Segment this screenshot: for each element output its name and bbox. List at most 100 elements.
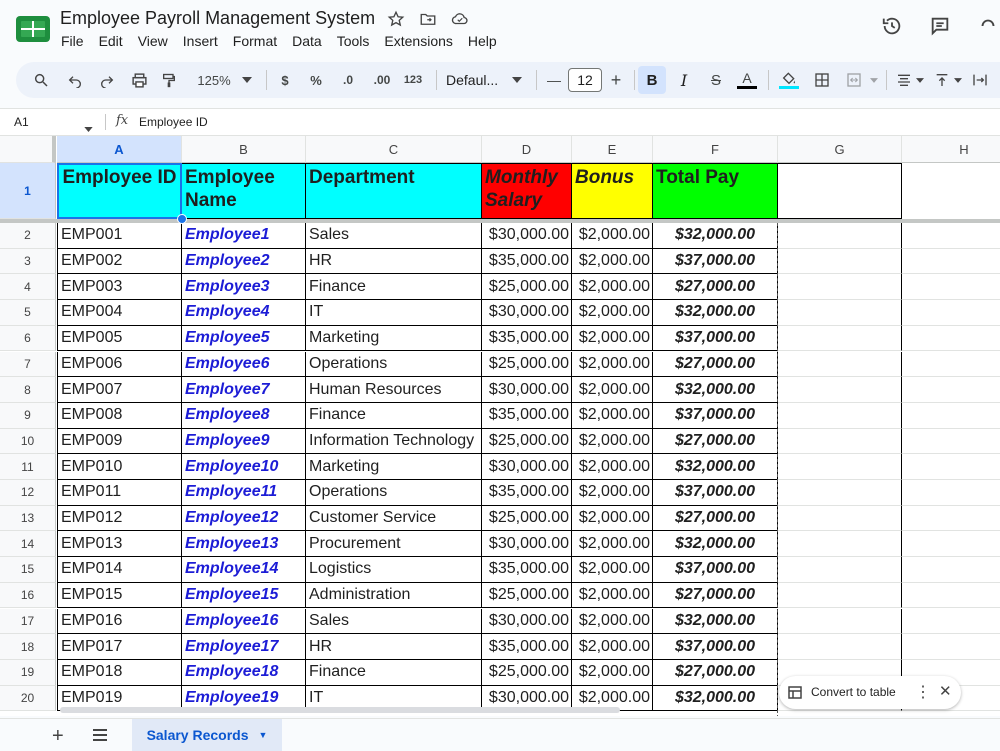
table-cell-total[interactable]: $32,000.00 [653,454,778,480]
table-cell-bonus[interactable]: $2,000.00 [572,582,653,609]
table-cell-salary[interactable]: $30,000.00 [482,377,572,403]
table-cell-name[interactable]: Employee16 [182,608,306,635]
table-cell-salary[interactable]: $25,000.00 [482,659,572,686]
table-cell-empty[interactable] [902,557,1000,583]
table-cell-id[interactable]: EMP013 [57,531,182,558]
table-cell-bonus[interactable]: $2,000.00 [572,505,653,532]
menu-insert[interactable]: Insert [183,33,218,49]
increase-font-size-button[interactable]: + [606,62,626,98]
move-folder-icon[interactable] [418,9,438,29]
star-icon[interactable] [386,9,406,29]
row-header[interactable]: 11 [0,454,56,480]
header-cell-salary[interactable]: Monthly Salary [482,163,572,219]
table-cell-total[interactable]: $32,000.00 [653,377,778,403]
table-cell-name[interactable]: Employee3 [182,274,306,301]
table-cell-empty[interactable] [902,480,1000,506]
column-header-c[interactable]: C [306,136,482,163]
all-sheets-icon[interactable] [92,728,108,747]
table-cell-salary[interactable]: $25,000.00 [482,351,572,378]
table-cell-total[interactable]: $37,000.00 [653,634,778,660]
row-header[interactable]: 7 [0,351,56,378]
table-cell-empty[interactable] [778,325,902,352]
column-header-d[interactable]: D [482,136,572,163]
table-cell-empty[interactable] [902,609,1000,635]
table-cell-dept[interactable]: Administration [306,582,482,609]
table-cell-salary[interactable]: $35,000.00 [482,557,572,583]
menu-data[interactable]: Data [292,33,322,49]
table-cell-empty[interactable] [902,634,1000,660]
table-cell-id[interactable]: EMP014 [57,557,182,583]
menu-view[interactable]: View [138,33,168,49]
horizontal-scrollbar[interactable] [60,707,620,713]
header-cell-bonus[interactable]: Bonus [572,163,653,219]
row-header[interactable]: 12 [0,480,56,506]
table-cell-bonus[interactable]: $2,000.00 [572,377,653,403]
table-cell-empty[interactable] [902,274,1000,301]
table-cell-bonus[interactable]: $2,000.00 [572,531,653,558]
decrease-decimal-button[interactable]: .0 [336,62,360,98]
table-cell-name[interactable]: Employee13 [182,531,306,558]
table-cell-empty[interactable] [778,274,902,301]
row-header[interactable]: 14 [0,531,56,558]
menu-edit[interactable]: Edit [99,33,123,49]
table-cell-id[interactable]: EMP002 [57,248,182,275]
column-header-a[interactable]: A [57,136,182,163]
row-header[interactable]: 15 [0,557,56,583]
table-cell-dept[interactable]: HR [306,634,482,660]
table-cell-total[interactable]: $32,000.00 [653,531,778,558]
table-cell-id[interactable]: EMP003 [57,274,182,301]
table-cell-bonus[interactable]: $2,000.00 [572,325,653,352]
table-cell-total[interactable]: $37,000.00 [653,325,778,352]
add-sheet-icon[interactable]: + [52,725,64,748]
table-cell-salary[interactable]: $35,000.00 [482,325,572,352]
table-cell-empty[interactable] [778,634,902,660]
table-cell-empty[interactable] [778,377,902,403]
undo-icon[interactable] [64,62,86,98]
header-cell-name[interactable]: Employee Name [182,163,306,219]
formula-input[interactable]: Employee ID [139,115,208,129]
table-cell-bonus[interactable]: $2,000.00 [572,428,653,455]
table-cell-id[interactable]: EMP006 [57,351,182,378]
table-cell-salary[interactable]: $30,000.00 [482,223,572,249]
menu-file[interactable]: File [61,33,84,49]
text-color-button[interactable]: A [734,62,760,98]
table-cell-dept[interactable]: Sales [306,608,482,635]
table-cell-bonus[interactable]: $2,000.00 [572,557,653,583]
table-cell-dept[interactable]: Human Resources [306,377,482,403]
table-cell-dept[interactable]: Finance [306,659,482,686]
table-cell-id[interactable]: EMP010 [57,454,182,480]
table-cell-empty[interactable] [778,608,902,635]
table-cell-total[interactable]: $27,000.00 [653,351,778,378]
strikethrough-button[interactable]: S [704,62,728,98]
table-cell-name[interactable]: Employee4 [182,300,306,326]
table-cell-bonus[interactable]: $2,000.00 [572,248,653,275]
table-cell-name[interactable]: Employee2 [182,248,306,275]
table-cell-bonus[interactable]: $2,000.00 [572,223,653,249]
table-cell-name[interactable]: Employee14 [182,557,306,583]
header-cell-total[interactable]: Total Pay [653,163,778,219]
align-dropdown-icon[interactable] [914,62,926,98]
italic-button[interactable]: I [672,62,696,98]
table-cell-empty[interactable] [778,505,902,532]
frozen-row-divider[interactable] [0,219,1000,223]
table-cell-name[interactable]: Employee10 [182,454,306,480]
table-cell-salary[interactable]: $30,000.00 [482,454,572,480]
table-cell-total[interactable]: $27,000.00 [653,505,778,532]
table-cell-empty[interactable] [902,531,1000,558]
row-header[interactable]: 13 [0,505,56,532]
decrease-font-size-button[interactable]: — [544,62,564,98]
table-cell-empty[interactable] [778,351,902,378]
table-cell-empty[interactable] [778,223,902,249]
table-cell-dept[interactable]: Logistics [306,557,482,583]
table-cell-total[interactable]: $32,000.00 [653,685,778,712]
name-box-dropdown-icon[interactable] [84,119,93,137]
table-cell-name[interactable]: Employee12 [182,505,306,532]
redo-icon[interactable] [96,62,118,98]
more-formats-button[interactable]: 123 [400,62,426,98]
close-icon[interactable]: ✕ [939,682,952,700]
table-cell-empty[interactable] [902,352,1000,378]
table-cell-id[interactable]: EMP009 [57,428,182,455]
merge-cells-icon[interactable] [842,62,866,98]
sheets-logo-icon[interactable] [16,16,50,42]
borders-icon[interactable] [810,62,834,98]
